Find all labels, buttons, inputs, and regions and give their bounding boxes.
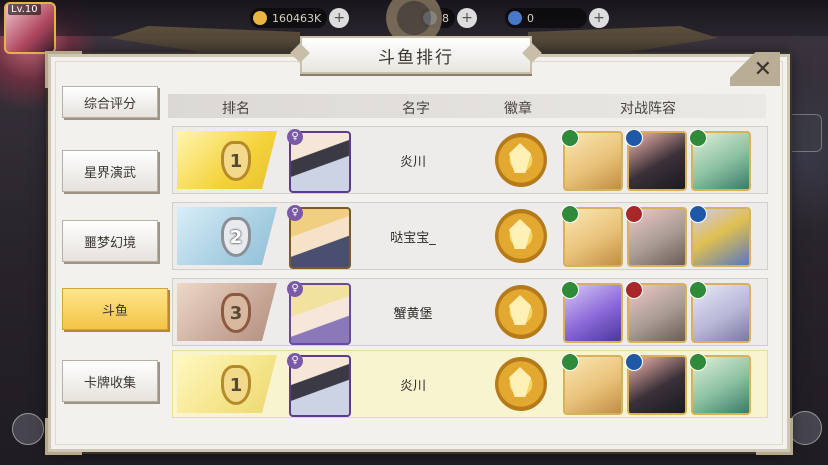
unit-card-icon[interactable] [689, 281, 751, 343]
attribute-icon [561, 281, 579, 299]
gold-medal-icon: 1 [211, 135, 261, 187]
gold-amount: 160463K [272, 11, 322, 25]
my-rank-row[interactable]: 1 ♀ 炎川 [172, 350, 768, 418]
badge-icon[interactable] [495, 209, 547, 263]
energy-amount: 0 [527, 11, 534, 25]
energy-icon [508, 11, 522, 25]
player-level: Lv.10 [8, 4, 41, 15]
tab-overall-score[interactable]: 综合评分 [62, 86, 158, 118]
close-icon[interactable]: ✕ [754, 57, 772, 82]
attribute-icon [689, 281, 707, 299]
frame-corner [45, 51, 82, 88]
gold-medal-icon: 1 [211, 359, 261, 411]
badge-icon[interactable] [495, 133, 547, 187]
player-name: 哒宝宝_ [390, 230, 436, 246]
unit-card-icon[interactable] [561, 353, 623, 415]
table-row[interactable]: 1 ♀ 炎川 [172, 126, 768, 194]
attribute-icon [561, 205, 579, 223]
avatar[interactable]: ♀ [287, 129, 351, 193]
column-badge: 徽章 [504, 101, 532, 117]
rank-number: 2 [229, 226, 243, 248]
unit-card-icon[interactable] [561, 205, 623, 267]
column-rank: 排名 [222, 101, 250, 117]
attribute-icon [561, 353, 579, 371]
badge-icon[interactable] [495, 285, 547, 339]
attribute-icon [689, 353, 707, 371]
column-lineup: 对战阵容 [620, 101, 676, 117]
close-button[interactable]: ✕ [730, 52, 780, 86]
table-header [168, 94, 766, 118]
avatar[interactable]: ♀ [287, 205, 351, 269]
column-name: 名字 [402, 101, 430, 117]
chat-icon[interactable] [12, 413, 44, 445]
rank-number: 1 [229, 374, 243, 396]
attribute-icon [625, 353, 643, 371]
player-name: 炎川 [399, 154, 426, 170]
avatar[interactable]: ♀ [287, 353, 351, 417]
unit-card-icon[interactable] [561, 281, 623, 343]
frame-corner [45, 418, 82, 455]
female-icon: ♀ [287, 353, 303, 369]
frame-corner [756, 418, 793, 455]
unit-card-icon[interactable] [561, 129, 623, 191]
dialog-title: 斗鱼排行 [300, 36, 532, 74]
silver-medal-icon: 2 [211, 211, 261, 263]
unit-card-icon[interactable] [625, 281, 687, 343]
unit-card-icon[interactable] [689, 129, 751, 191]
unit-card-icon[interactable] [625, 129, 687, 191]
attribute-icon [689, 129, 707, 147]
badge-icon[interactable] [495, 357, 547, 411]
add-gold-button[interactable]: + [329, 8, 350, 28]
unit-card-icon[interactable] [689, 205, 751, 267]
attribute-icon [625, 281, 643, 299]
add-energy-button[interactable]: + [589, 8, 609, 28]
energy-resource: 0 + [505, 8, 609, 28]
tab-nightmare-realm[interactable]: 噩梦幻境 [62, 220, 158, 262]
coin-icon [253, 11, 267, 25]
rank-number: 1 [229, 150, 243, 172]
tab-card-collection[interactable]: 卡牌收集 [62, 360, 158, 402]
table-row[interactable]: 2 ♀ 哒宝宝_ [172, 202, 768, 270]
attribute-icon [625, 205, 643, 223]
female-icon: ♀ [287, 205, 303, 221]
female-icon: ♀ [287, 129, 303, 145]
attribute-icon [689, 205, 707, 223]
unit-card-icon[interactable] [625, 353, 687, 415]
player-name: 炎川 [399, 378, 426, 394]
avatar[interactable]: ♀ [287, 281, 351, 345]
gold-resource: 160463K + [250, 8, 350, 28]
tab-astral-arena[interactable]: 星界演武 [62, 150, 158, 192]
female-icon: ♀ [287, 281, 303, 297]
attribute-icon [625, 129, 643, 147]
unit-card-icon[interactable] [625, 205, 687, 267]
table-row[interactable]: 3 ♀ 蟹黄堡 [172, 278, 768, 346]
player-name: 蟹黄堡 [393, 306, 433, 322]
attribute-icon [561, 129, 579, 147]
unit-card-icon[interactable] [689, 353, 751, 415]
tab-douyu[interactable]: 斗鱼 [62, 288, 168, 330]
bronze-medal-icon: 3 [211, 287, 261, 339]
rank-number: 3 [229, 302, 243, 324]
settings-icon[interactable] [788, 411, 822, 445]
